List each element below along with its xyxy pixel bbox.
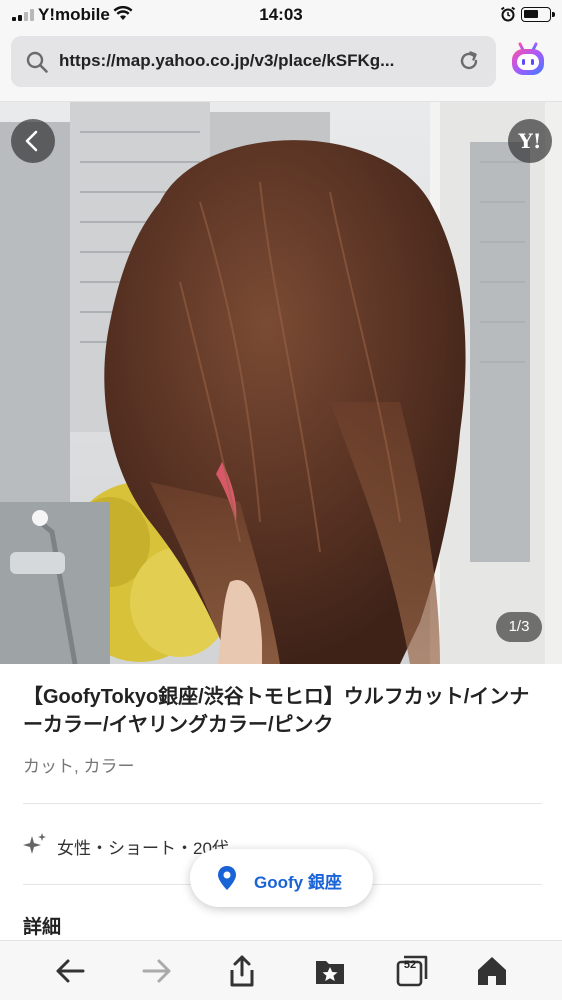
url-text[interactable]: https://map.yahoo.co.jp/v3/place/kSFKg..… xyxy=(59,51,454,71)
assistant-icon[interactable] xyxy=(508,40,548,80)
photo-gallery[interactable]: Y! 1/3 xyxy=(0,102,562,664)
reload-icon[interactable] xyxy=(457,49,481,73)
address-bar[interactable]: https://map.yahoo.co.jp/v3/place/kSFKg..… xyxy=(11,36,496,87)
hairstyle-photo xyxy=(0,102,562,664)
alarm-icon xyxy=(500,6,516,22)
photo-counter: 1/3 xyxy=(496,612,542,642)
map-pin-icon xyxy=(218,866,236,890)
yahoo-logo-button[interactable]: Y! xyxy=(508,119,552,163)
browser-address-area: https://map.yahoo.co.jp/v3/place/kSFKg..… xyxy=(0,30,562,102)
forward-icon[interactable] xyxy=(140,954,174,988)
gallery-back-button[interactable] xyxy=(11,119,55,163)
clock: 14:03 xyxy=(259,5,303,24)
listing-tags: カット, カラー xyxy=(23,757,135,776)
section-heading-details: 詳細 xyxy=(23,917,62,938)
browser-toolbar xyxy=(0,940,562,1000)
divider xyxy=(23,803,542,804)
back-arrow-icon xyxy=(25,130,38,152)
back-icon[interactable] xyxy=(53,954,87,988)
location-pill-label: Goofy 銀座 xyxy=(254,873,342,892)
bookmarks-icon[interactable] xyxy=(313,954,347,988)
battery-icon xyxy=(521,7,555,22)
home-icon[interactable] xyxy=(475,954,509,988)
status-bar: Y!mobile 14:03 xyxy=(0,0,562,30)
tab-count: 52 xyxy=(403,959,417,971)
search-icon xyxy=(26,51,48,73)
listing-title: 【GoofyTokyo銀座/渋谷トモヒロ】ウルフカット/インナーカラー/イヤリン… xyxy=(23,686,530,736)
location-pill-button[interactable]: Goofy 銀座 xyxy=(190,849,373,907)
share-icon[interactable] xyxy=(225,954,259,988)
sparkle-icon xyxy=(23,833,46,854)
